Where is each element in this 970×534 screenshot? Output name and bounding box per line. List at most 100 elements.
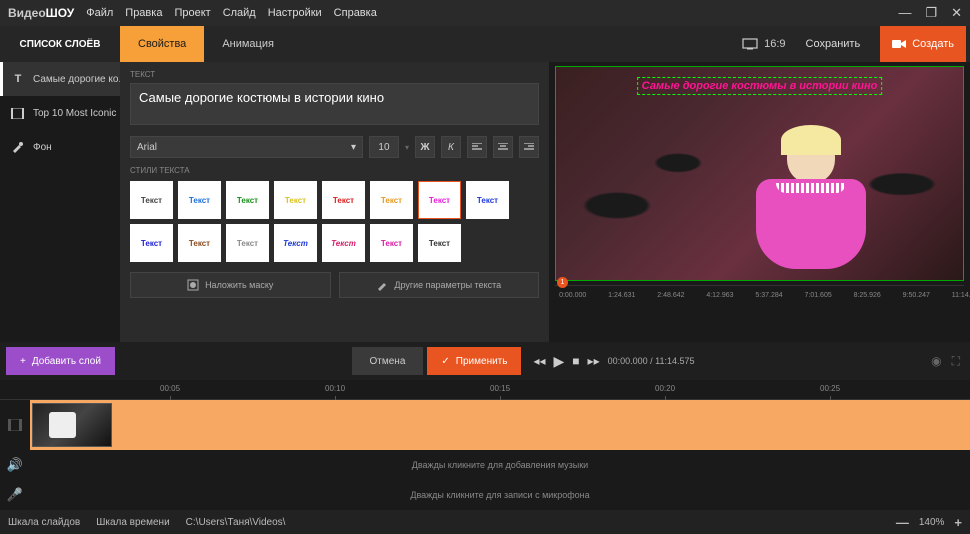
zoom-level: 140% xyxy=(919,517,945,528)
time-display: 00:00.000 / 11:14.575 xyxy=(608,356,695,366)
align-left-button[interactable] xyxy=(467,136,487,158)
tab-properties[interactable]: Свойства xyxy=(120,26,204,62)
ruler-mark: 7:01.605 xyxy=(804,292,831,299)
preview-text-overlay[interactable]: Самые дорогие костюмы в истории кино xyxy=(637,77,883,95)
bold-button[interactable]: Ж xyxy=(415,136,435,158)
paint-icon xyxy=(11,141,25,153)
minimize-icon[interactable]: — xyxy=(898,5,911,21)
ruler-mark: 2:48.642 xyxy=(657,292,684,299)
text-style-thumb[interactable]: Текст xyxy=(466,181,509,219)
camera-icon[interactable]: ◉ xyxy=(931,354,941,369)
text-style-thumb[interactable]: Текст xyxy=(226,181,269,219)
text-icon: T xyxy=(11,73,25,85)
mic-track[interactable]: Дважды кликните для записи с микрофона xyxy=(30,480,970,510)
styles-section-label: СТИЛИ ТЕКСТА xyxy=(130,166,539,175)
scale-slides-button[interactable]: Шкала слайдов xyxy=(8,517,80,528)
mic-track-icon[interactable]: 🎤 xyxy=(0,480,30,510)
video-track-icon[interactable] xyxy=(0,400,30,450)
menu-edit[interactable]: Правка xyxy=(125,7,162,19)
layer-text[interactable]: T Самые дорогие ко... xyxy=(0,62,120,96)
preview-canvas[interactable]: Самые дорогие костюмы в истории кино xyxy=(555,66,964,281)
play-button[interactable]: ▶ xyxy=(554,353,565,370)
project-path: C:\Users\Таня\Videos\ xyxy=(186,517,286,528)
align-center-button[interactable] xyxy=(493,136,513,158)
next-frame-button[interactable]: ▸▸ xyxy=(588,354,600,368)
mask-button[interactable]: Наложить маску xyxy=(130,272,331,298)
preview-time-ruler[interactable]: 1 0:00.0001:24.6312:48.6424:12.9635:37.2… xyxy=(555,285,964,305)
text-style-thumb[interactable]: Текст xyxy=(370,224,413,262)
ruler-mark: 1:24.631 xyxy=(608,292,635,299)
text-style-thumb[interactable]: Текст xyxy=(226,224,269,262)
italic-button[interactable]: К xyxy=(441,136,461,158)
chevron-down-icon: ▾ xyxy=(351,142,356,153)
tab-animation[interactable]: Анимация xyxy=(204,26,292,62)
create-button[interactable]: Создать xyxy=(880,26,966,62)
check-icon: ✓ xyxy=(441,356,449,367)
layers-sidebar: T Самые дорогие ко... Top 10 Most Iconic… xyxy=(0,62,120,342)
text-style-thumb[interactable]: Текст xyxy=(418,224,461,262)
cancel-button[interactable]: Отмена xyxy=(352,347,424,375)
text-style-thumb[interactable]: Текст xyxy=(370,181,413,219)
playhead-badge[interactable]: 1 xyxy=(557,277,568,288)
text-style-thumb[interactable]: Текст xyxy=(130,224,173,262)
menu-help[interactable]: Справка xyxy=(334,7,377,19)
add-layer-button[interactable]: + Добавить слой xyxy=(6,347,115,375)
ruler-mark: 11:14.568 xyxy=(952,292,970,299)
stop-button[interactable]: ■ xyxy=(572,354,579,368)
text-style-thumb[interactable]: Текст xyxy=(274,224,317,262)
film-icon xyxy=(11,108,25,119)
text-style-thumb[interactable]: Текст xyxy=(418,181,461,219)
ruler-mark: 9:50.247 xyxy=(903,292,930,299)
text-styles-grid: ТекстТекстТекстТекстТекстТекстТекстТекст… xyxy=(130,181,539,262)
menu-slide[interactable]: Слайд xyxy=(223,7,256,19)
timeline-tick: 00:25 xyxy=(820,384,840,393)
action-row: + Добавить слой Отмена ✓ Применить ◂◂ ▶ … xyxy=(0,342,970,380)
mask-icon xyxy=(187,279,199,291)
text-style-thumb[interactable]: Текст xyxy=(178,224,221,262)
font-size-stepper[interactable]: ▾ xyxy=(405,143,409,152)
timeline-ruler[interactable]: 00:05 00:10 00:15 00:20 00:25 xyxy=(0,382,970,400)
text-input[interactable]: Самые дорогие костюмы в истории кино xyxy=(130,83,539,125)
text-style-thumb[interactable]: Текст xyxy=(322,224,365,262)
aspect-ratio-selector[interactable]: 16:9 xyxy=(742,38,785,50)
fullscreen-icon[interactable]: ⛶ xyxy=(952,354,960,369)
ruler-mark: 4:12.963 xyxy=(706,292,733,299)
layer-video[interactable]: Top 10 Most Iconic ... xyxy=(0,96,120,130)
apply-button[interactable]: ✓ Применить xyxy=(427,347,521,375)
align-right-button[interactable] xyxy=(519,136,539,158)
timeline-tick: 00:10 xyxy=(325,384,345,393)
plus-icon: + xyxy=(20,356,26,367)
font-size-input[interactable] xyxy=(369,136,399,158)
timeline-tick: 00:05 xyxy=(160,384,180,393)
ruler-mark: 0:00.000 xyxy=(559,292,586,299)
timeline-tick: 00:20 xyxy=(655,384,675,393)
save-button[interactable]: Сохранить xyxy=(806,38,861,50)
zoom-out-button[interactable]: — xyxy=(896,515,909,530)
zoom-in-button[interactable]: + xyxy=(954,515,962,530)
text-style-thumb[interactable]: Текст xyxy=(274,181,317,219)
maximize-icon[interactable]: ❐ xyxy=(925,5,937,21)
text-style-thumb[interactable]: Текст xyxy=(130,181,173,219)
text-style-thumb[interactable]: Текст xyxy=(322,181,365,219)
layer-label: Top 10 Most Iconic ... xyxy=(33,108,120,119)
app-logo: ВидеоШОУ xyxy=(8,6,74,20)
text-style-thumb[interactable]: Текст xyxy=(178,181,221,219)
close-icon[interactable]: ✕ xyxy=(951,5,962,21)
prev-frame-button[interactable]: ◂◂ xyxy=(533,354,545,368)
layer-label: Фон xyxy=(33,142,52,153)
timeline-tick: 00:15 xyxy=(490,384,510,393)
audio-track-icon[interactable]: 🔊 xyxy=(0,450,30,480)
layer-background[interactable]: Фон xyxy=(0,130,120,164)
audio-track[interactable]: Дважды кликните для добавления музыки xyxy=(30,450,970,480)
video-track[interactable] xyxy=(30,400,970,450)
layer-label: Самые дорогие ко... xyxy=(33,74,120,85)
timeline: 00:05 00:10 00:15 00:20 00:25 🔊 🎤 Дважды кли… xyxy=(0,380,970,510)
other-params-button[interactable]: Другие параметры текста xyxy=(339,272,540,298)
font-family-select[interactable]: Arial▾ xyxy=(130,136,363,158)
toolbar: СПИСОК СЛОЁВ Свойства Анимация 16:9 Сохр… xyxy=(0,26,970,62)
menu-settings[interactable]: Настройки xyxy=(268,7,322,19)
menu-file[interactable]: Файл xyxy=(86,7,113,19)
video-clip[interactable] xyxy=(32,403,112,447)
scale-time-button[interactable]: Шкала времени xyxy=(96,517,169,528)
menu-project[interactable]: Проект xyxy=(174,7,210,19)
